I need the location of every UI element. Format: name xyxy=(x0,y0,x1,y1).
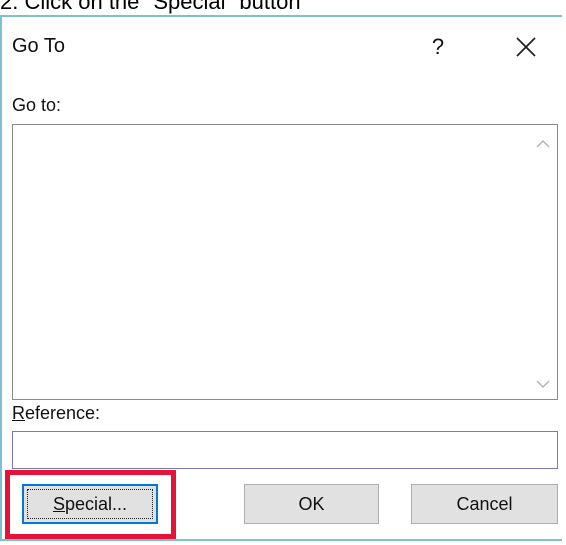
title-bar: Go To ? xyxy=(2,17,562,79)
goto-label: Go to: xyxy=(12,95,62,115)
ok-button[interactable]: OK xyxy=(244,484,379,524)
special-button-accelerator: S xyxy=(52,494,65,514)
close-button[interactable] xyxy=(506,29,546,65)
reference-label-accelerator: R xyxy=(12,403,25,423)
reference-label-text: eference: xyxy=(25,403,101,423)
close-icon xyxy=(516,37,536,57)
instruction-caption: 2. Click on the "Special" button xyxy=(0,0,301,14)
cancel-button[interactable]: Cancel xyxy=(411,484,558,524)
reference-label: Reference: xyxy=(12,403,100,424)
chevron-down-icon[interactable] xyxy=(535,379,551,389)
special-button-focus-ring: Special... xyxy=(27,489,153,519)
dialog-title: Go To xyxy=(12,35,65,57)
special-button-label: pecial... xyxy=(64,494,128,514)
special-button[interactable]: Special... xyxy=(22,484,158,524)
goto-listbox[interactable] xyxy=(12,124,558,400)
chevron-up-icon[interactable] xyxy=(535,139,551,149)
help-button[interactable]: ? xyxy=(420,29,456,65)
reference-input[interactable] xyxy=(12,431,558,469)
goto-dialog: Go To ? Go to: Reference: Special... OK … xyxy=(0,15,562,541)
